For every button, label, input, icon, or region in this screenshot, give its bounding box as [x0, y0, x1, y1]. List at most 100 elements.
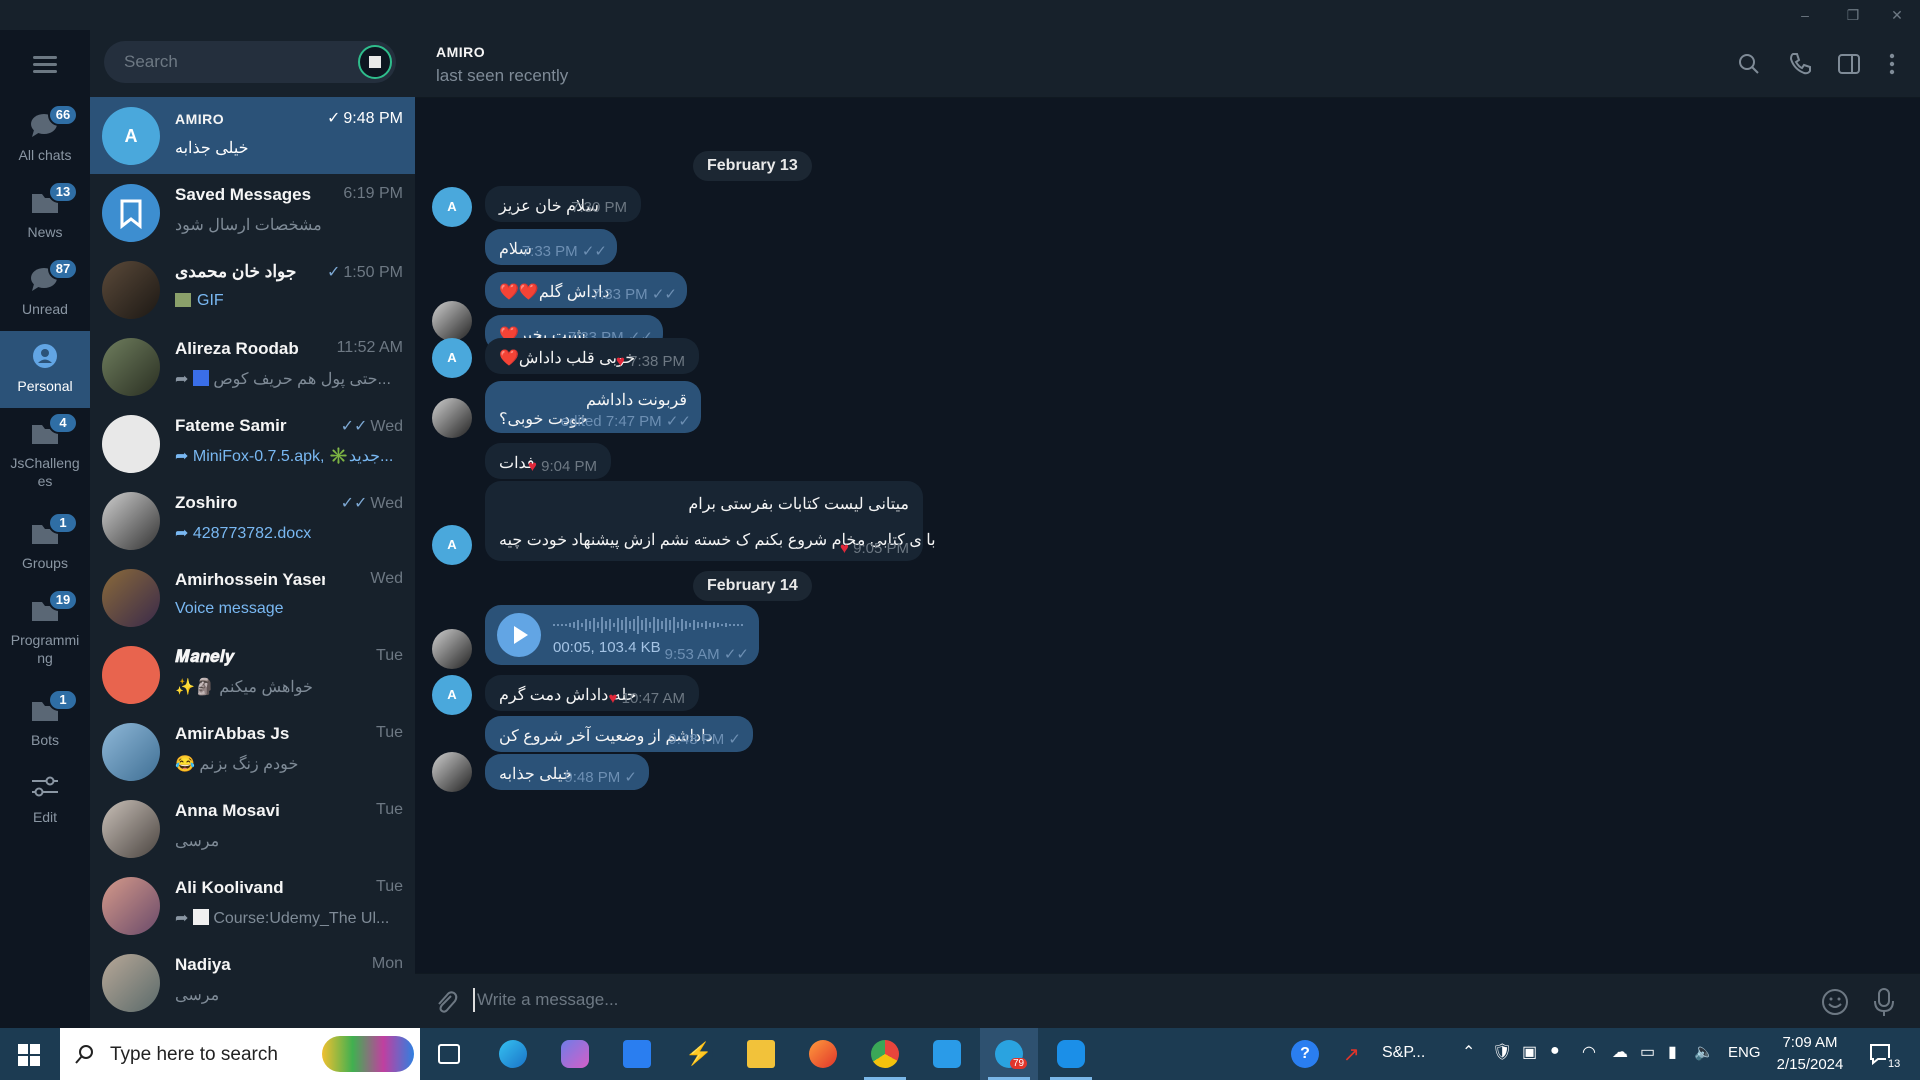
search-input[interactable]: Search	[104, 41, 396, 83]
chrome-icon[interactable]	[856, 1028, 914, 1080]
stock-chart-icon: ↗	[1343, 1044, 1360, 1066]
avatar	[432, 301, 472, 341]
edge-icon[interactable]	[484, 1028, 542, 1080]
maximize-button[interactable]: ❐	[1833, 4, 1873, 26]
message-bubble[interactable]: خیلی جذابه 9:48 PM ✓	[485, 754, 649, 790]
message-bubble[interactable]: حله داداش دمت گرم ♥ 10:47 AM	[485, 675, 699, 711]
language-indicator[interactable]: ENG	[1728, 1044, 1761, 1061]
avatar	[102, 800, 160, 858]
dropbox-icon[interactable]	[608, 1028, 666, 1080]
sidebar-toggle-icon[interactable]	[1835, 50, 1863, 78]
chat-row-amiro[interactable]: A AMIRO ✓ 9:48 PM خیلی جذابه	[90, 97, 415, 174]
task-view-icon[interactable]	[420, 1028, 478, 1080]
folder-badge: 19	[48, 589, 78, 611]
search-placeholder: Search	[124, 52, 178, 71]
more-vertical-icon[interactable]	[1878, 50, 1906, 78]
avatar: A	[432, 338, 472, 378]
folder-jschallenges[interactable]: 4 JsChalleng es	[0, 408, 90, 498]
file-explorer-icon[interactable]	[732, 1028, 790, 1080]
search-icon	[75, 1045, 93, 1064]
folder-groups[interactable]: 1 Groups	[0, 508, 90, 585]
message-bubble[interactable]: سلام خان عزیز 7:30 PM	[485, 186, 641, 222]
folder-personal[interactable]: Personal	[0, 331, 90, 408]
telegram-window: – ❐ ✕ 66 All chats 13 News 87 Unread Per…	[0, 0, 1920, 1080]
chat-name: AMIRO	[175, 111, 225, 127]
tray-chevron-icon[interactable]: ⌃	[1462, 1042, 1475, 1062]
chat-row-manely[interactable]: 𝑴𝒂𝒏𝒆𝒍𝒚 Tue خواهش میکنم 🗿✨	[90, 636, 415, 713]
clock-date: 2/15/2024	[1776, 1056, 1844, 1073]
tray-shield-icon[interactable]: 🛡	[1492, 1042, 1512, 1062]
peer-name[interactable]: AMIRO	[436, 44, 485, 60]
folder-unread[interactable]: 87 Unread	[0, 254, 90, 331]
chat-name: Anna Mosavi	[175, 801, 280, 820]
folder-badge: 1	[48, 512, 78, 534]
phone-icon[interactable]	[1786, 50, 1814, 78]
chat-row-ali-koolivand[interactable]: Ali Koolivand Tue ➦ Course:Udemy_The Ul.…	[90, 867, 415, 944]
microphone-icon[interactable]	[1870, 986, 1898, 1018]
chat-row-javad[interactable]: جواد خان محمدی ✓ 1:50 PM GIF	[90, 251, 415, 328]
tray-mic-icon[interactable]: ▮	[1668, 1042, 1677, 1062]
chat-row-alireza[interactable]: Alireza Roodab 11:52 AM ➦ حتی پول هم حری…	[90, 328, 415, 405]
message-bubble[interactable]: سلام 7:33 PM ✓✓	[485, 229, 617, 265]
vpn-icon[interactable]	[1042, 1028, 1100, 1080]
chat-time: ✓ 9:48 PM	[327, 110, 403, 127]
js-account-icon[interactable]	[358, 45, 392, 79]
terminal-icon[interactable]: ⚡	[670, 1028, 728, 1080]
stock-widget[interactable]: S&P...	[1382, 1044, 1425, 1062]
vscode-icon[interactable]	[918, 1028, 976, 1080]
folder-all-chats[interactable]: 66 All chats	[0, 100, 90, 177]
minimize-button[interactable]: –	[1785, 4, 1825, 26]
search-icon[interactable]	[1735, 50, 1763, 78]
volume-icon[interactable]: 🔈	[1694, 1042, 1714, 1062]
telegram-taskbar-icon[interactable]: 79	[980, 1028, 1038, 1080]
message-bubble[interactable]: فدات ♥ 9:04 PM	[485, 443, 611, 479]
voice-message-bubble[interactable]: 00:05, 103.4 KB 9:53 AM ✓✓	[485, 605, 759, 665]
chat-time: Tue	[376, 647, 403, 664]
taskbar-search[interactable]: Type here to search	[60, 1028, 420, 1080]
tray-app-icon[interactable]: ●	[1550, 1042, 1560, 1060]
message-bubble[interactable]: داداشم از وضعیت آخر شروع کن 9:48 PM ✓	[485, 716, 753, 752]
help-icon[interactable]: ?	[1276, 1028, 1334, 1080]
tray-camera-icon[interactable]: ▣	[1522, 1042, 1537, 1062]
folder-programming[interactable]: 19 Programmi ng	[0, 585, 90, 675]
gif-thumbnail-icon	[175, 293, 191, 307]
onedrive-icon[interactable]: ☁	[1612, 1042, 1628, 1062]
folder-edit[interactable]: Edit	[0, 762, 90, 839]
chat-row-amirabbas[interactable]: AmirAbbas Js Tue خودم زنگ بزنم 😂	[90, 713, 415, 790]
chat-name: جواد خان محمدی	[175, 262, 297, 281]
read-check-icon: ✓✓	[340, 495, 368, 512]
message-bubble[interactable]: میتانی لیست کتابات بفرستی برام با ی کتاب…	[485, 481, 936, 561]
chat-row-zoshiro[interactable]: Zoshiro ✓✓ Wed ➦ 428773782.docx	[90, 482, 415, 559]
folder-bots[interactable]: 1 Bots	[0, 685, 90, 762]
chat-row-amirhossein[interactable]: Amirhossein Yasemy Wed Voice message	[90, 559, 415, 636]
folder-label: All chats	[18, 147, 72, 163]
battery-icon[interactable]: ▭	[1640, 1042, 1655, 1062]
chat-time: 11:52 AM	[336, 339, 403, 356]
message-input[interactable]: Write a message...	[477, 990, 618, 1010]
copilot-icon[interactable]	[546, 1028, 604, 1080]
voice-waveform[interactable]	[553, 615, 749, 635]
chat-row-anna[interactable]: Anna Mosavi Tue مرسی	[90, 790, 415, 867]
chat-preview: مشخصات ارسال شود	[175, 217, 322, 234]
emoji-icon[interactable]	[1820, 987, 1850, 1017]
attach-icon[interactable]	[432, 988, 460, 1016]
taskbar-clock[interactable]: 7:09 AM 2/15/2024	[1770, 1032, 1850, 1076]
hamburger-menu-icon[interactable]	[28, 52, 62, 82]
avatar	[432, 629, 472, 669]
chat-row-fateme[interactable]: Fateme Samir ✓✓ Wed ➦ MiniFox-0.7.5.apk, …	[90, 405, 415, 482]
play-icon[interactable]	[497, 613, 541, 657]
read-check-icon: ✓	[327, 110, 341, 127]
chat-name: Zoshiro	[175, 493, 238, 512]
wifi-icon[interactable]: ◠	[1582, 1042, 1596, 1062]
chat-row-saved-messages[interactable]: Saved Messages 6:19 PM مشخصات ارسال شود	[90, 174, 415, 251]
chat-time: Mon	[371, 955, 403, 972]
clock-time: 7:09 AM	[1782, 1034, 1838, 1051]
folder-news[interactable]: 13 News	[0, 177, 90, 254]
message-bubble[interactable]: داداش گلم❤️❤️ 7:33 PM ✓✓	[485, 272, 687, 308]
windows-start-icon[interactable]	[18, 1044, 40, 1066]
firefox-icon[interactable]	[794, 1028, 852, 1080]
message-bubble[interactable]: خوبی قلب داداش❤️ ♥ 7:38 PM	[485, 338, 699, 374]
chat-row-nadiya[interactable]: Nadiya Mon مرسی	[90, 944, 415, 1021]
message-bubble[interactable]: قربونت داداشم خودت خوبی؟ edited 7:47 PM …	[485, 381, 701, 433]
close-button[interactable]: ✕	[1877, 4, 1917, 26]
